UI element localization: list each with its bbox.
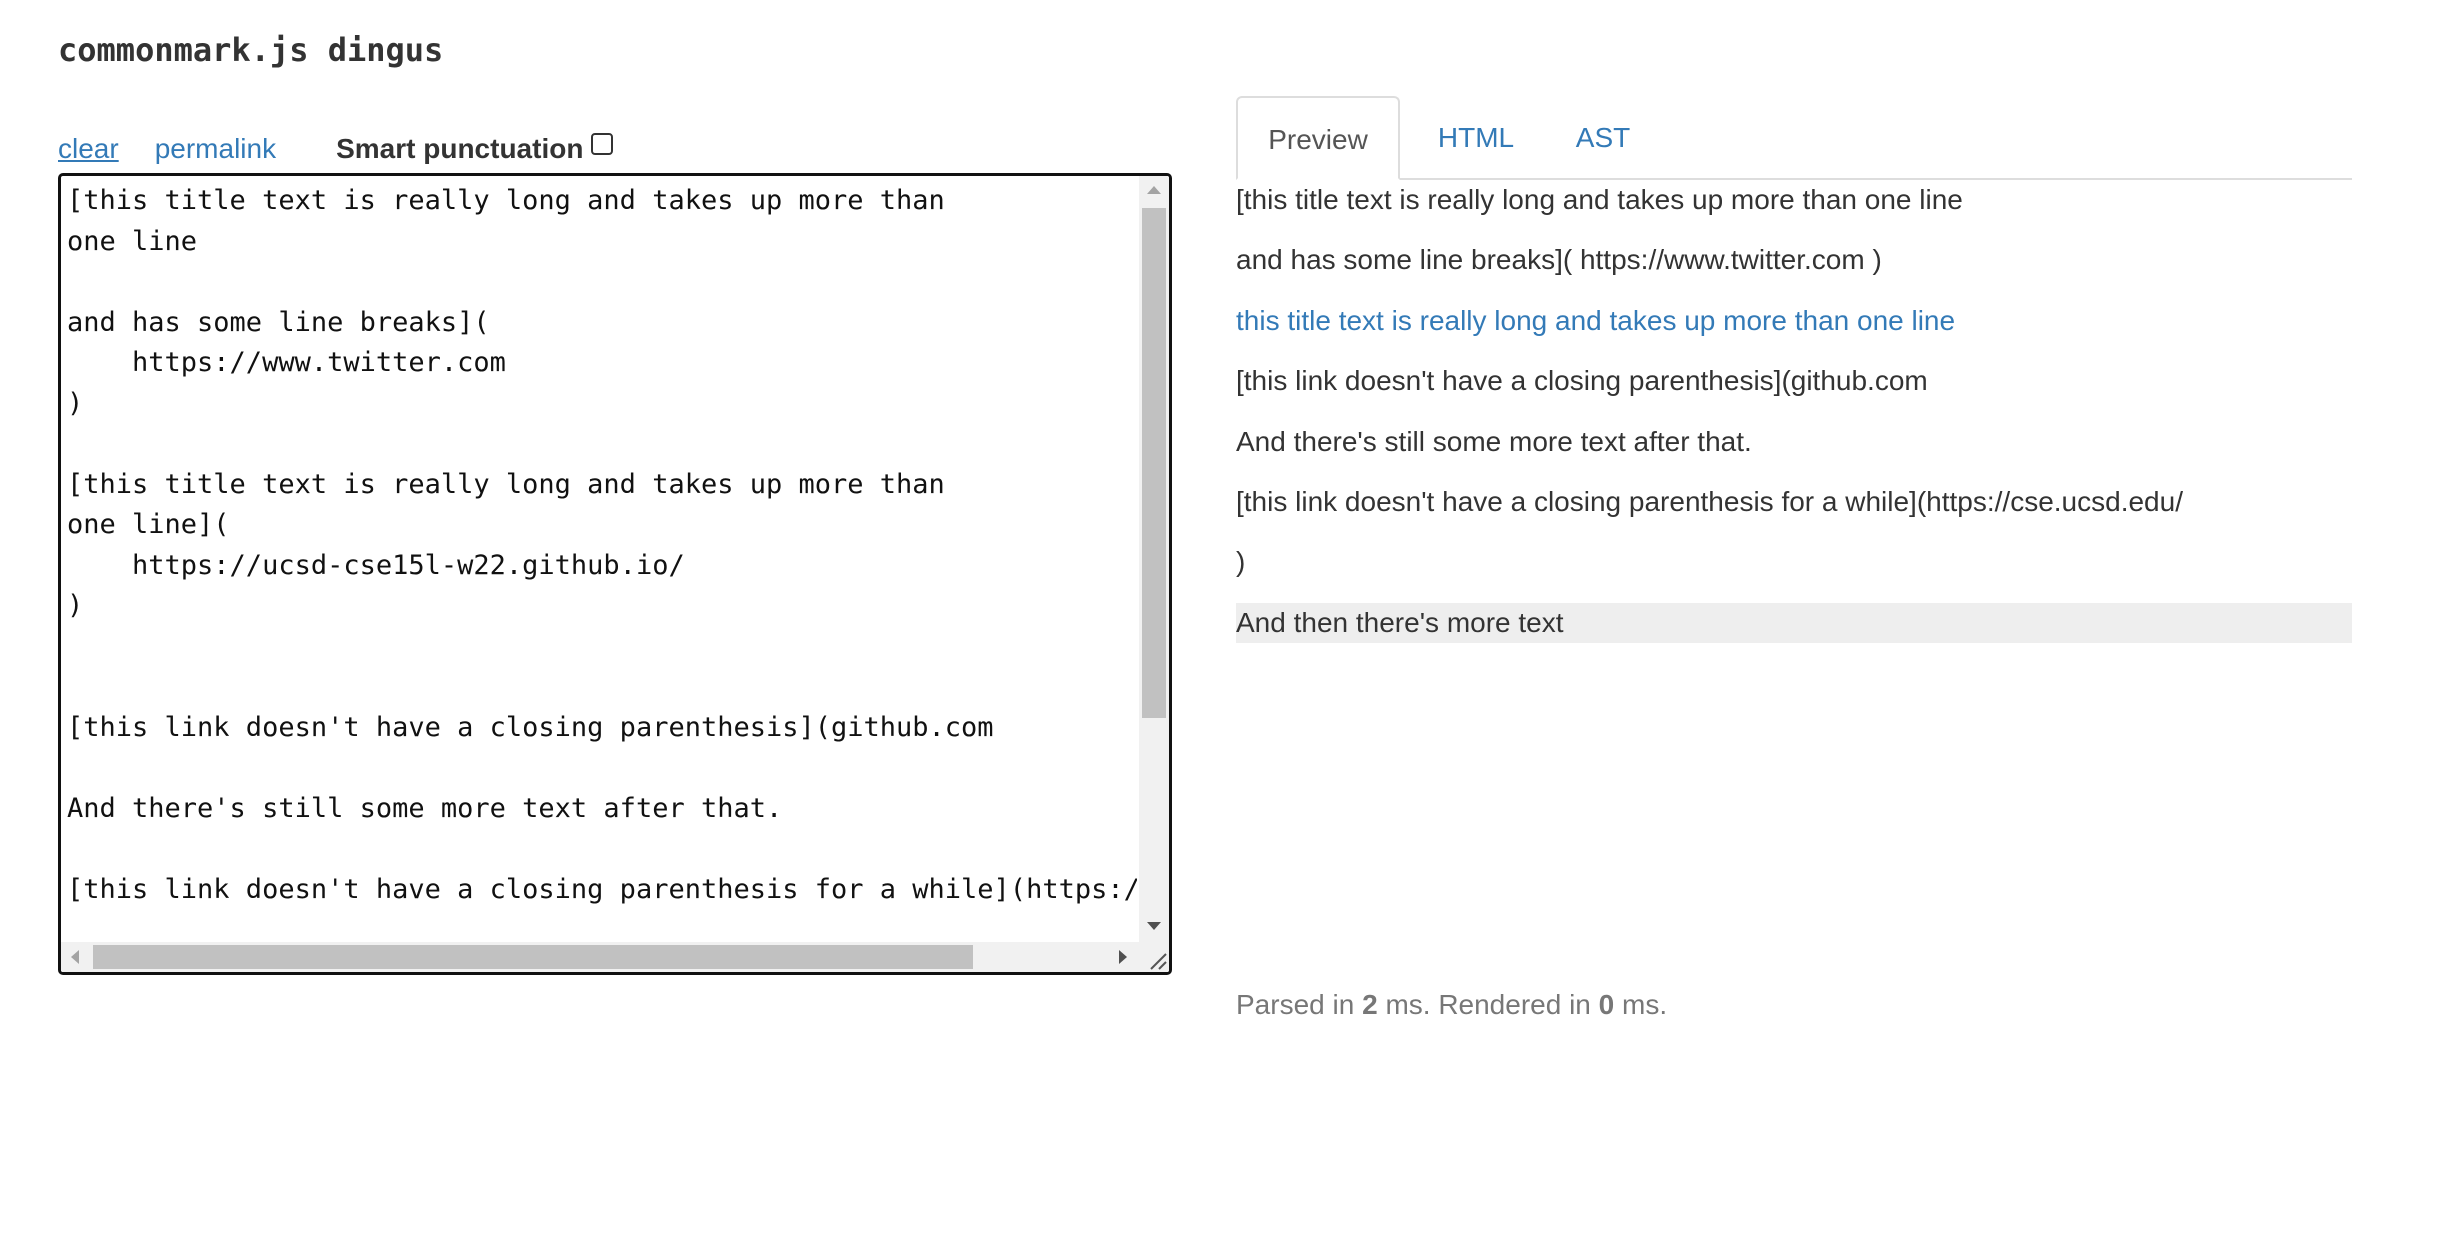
horizontal-scroll-thumb[interactable] <box>93 945 973 969</box>
timing-status: Parsed in 2 ms. Rendered in 0 ms. <box>1236 985 1667 1025</box>
clear-link[interactable]: clear <box>58 133 119 165</box>
editor-toolbar: clear permalink Smart punctuation <box>58 128 614 170</box>
preview-paragraph: And there's still some more text after t… <box>1236 425 1752 457</box>
scroll-right-icon[interactable] <box>1119 950 1127 964</box>
scroll-left-icon[interactable] <box>71 950 79 964</box>
vertical-scrollbar[interactable] <box>1139 176 1169 942</box>
page: commonmark.js dingus clear permalink Sma… <box>0 0 2457 1236</box>
preview-paragraph: [this link doesn't have a closing parent… <box>1236 365 1928 397</box>
parsed-label: Parsed in <box>1236 989 1355 1020</box>
smart-punctuation-label: Smart punctuation <box>336 133 584 164</box>
tab-preview[interactable]: Preview <box>1236 96 1400 180</box>
preview-paragraph: and has some line breaks]( https://www.t… <box>1236 244 1882 276</box>
preview-paragraph: ) <box>1236 546 1246 578</box>
app-title: commonmark.js dingus <box>58 31 444 69</box>
rendered-label: ms. Rendered in <box>1385 989 1591 1020</box>
markdown-input[interactable]: [this title text is really long and take… <box>67 181 1137 931</box>
scroll-down-icon[interactable] <box>1147 922 1161 930</box>
preview-paragraph: this title text is really long and takes… <box>1236 301 2352 361</box>
markdown-editor[interactable]: [this title text is really long and take… <box>58 173 1172 975</box>
smart-punctuation-checkbox[interactable] <box>591 133 614 155</box>
preview-paragraph: [this title text is really long and take… <box>1236 184 1963 215</box>
smart-punctuation-option[interactable]: Smart punctuation <box>336 133 614 165</box>
permalink-link[interactable]: permalink <box>155 133 276 165</box>
scroll-up-icon[interactable] <box>1147 186 1161 194</box>
horizontal-scrollbar[interactable] <box>61 942 1139 972</box>
preview-paragraph: [this link doesn't have a closing parent… <box>1236 485 2183 517</box>
preview-pane: [this title text is really long and take… <box>1236 180 2352 643</box>
resize-handle-icon[interactable] <box>1139 942 1169 972</box>
output-tabs: Preview HTML AST <box>1236 96 2352 180</box>
preview-link[interactable]: this title text is really long and takes… <box>1236 305 1955 336</box>
parsed-ms-value: 2 <box>1362 989 1378 1020</box>
tab-ast[interactable]: AST <box>1568 96 1638 180</box>
ms-suffix: ms. <box>1622 989 1668 1020</box>
preview-paragraph-highlighted: And then there's more text <box>1236 602 2352 643</box>
tab-html[interactable]: HTML <box>1434 96 1518 180</box>
rendered-ms-value: 0 <box>1598 989 1615 1020</box>
vertical-scroll-thumb[interactable] <box>1142 208 1166 718</box>
